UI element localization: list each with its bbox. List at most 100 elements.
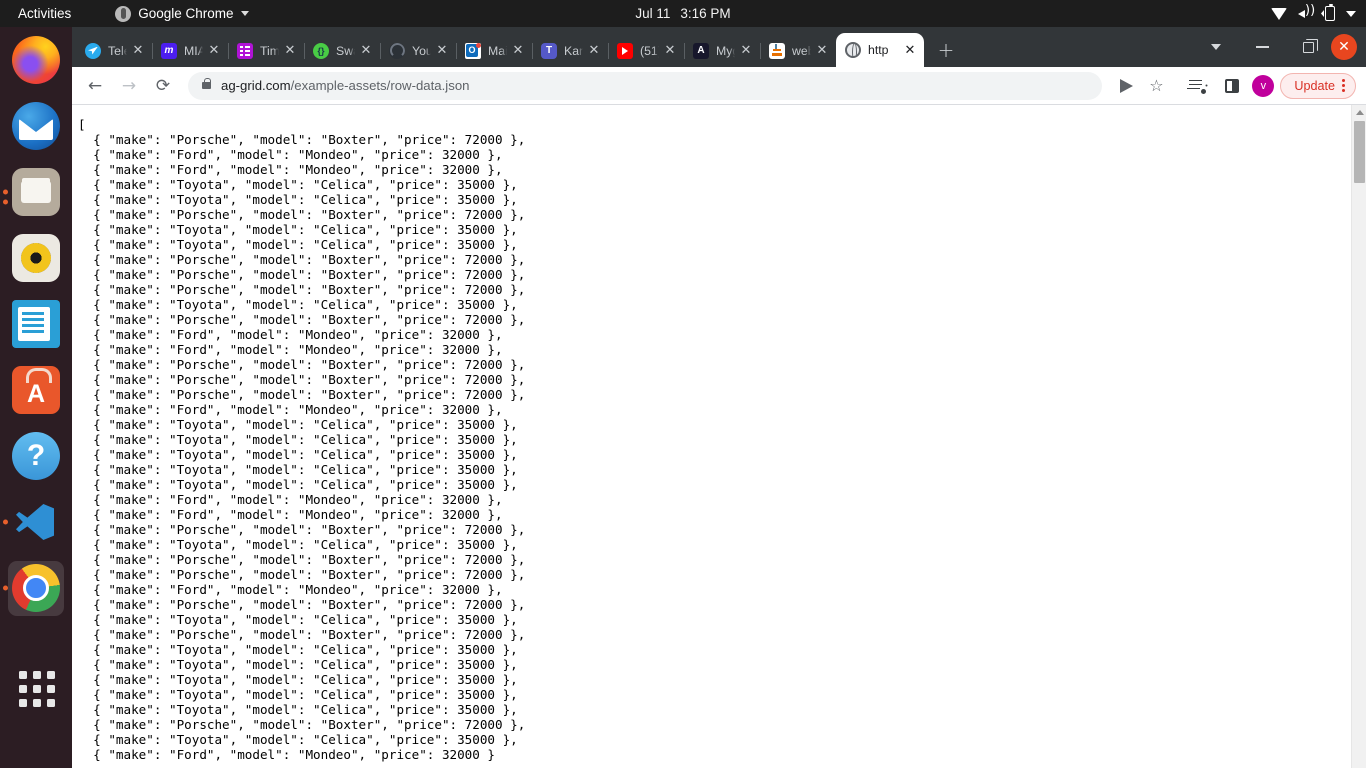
forward-button[interactable]: →	[114, 71, 144, 101]
tab-miro[interactable]: m MIAL ✕	[152, 34, 229, 67]
close-icon[interactable]: ✕	[662, 43, 678, 59]
tab-youtube[interactable]: (51) ✕	[608, 34, 685, 67]
tab-web[interactable]: web ✕	[760, 34, 837, 67]
youtube-icon	[617, 42, 633, 59]
window-controls: ✕	[1193, 27, 1366, 67]
volume-icon	[1298, 3, 1315, 21]
scroll-up-arrow-icon[interactable]	[1352, 105, 1366, 119]
dock-item-files[interactable]	[0, 159, 72, 225]
tab-swagger[interactable]: Swa ✕	[304, 34, 381, 67]
dock-item-chrome[interactable]	[0, 555, 72, 621]
maximize-button[interactable]	[1285, 27, 1331, 67]
tab-telegram[interactable]: Tele ✕	[76, 34, 153, 67]
tab-title: Tele	[108, 43, 127, 58]
update-button[interactable]: Update	[1280, 72, 1356, 99]
dock-item-firefox[interactable]	[0, 27, 72, 93]
bookmark-button[interactable]: ☆	[1142, 72, 1170, 100]
miro-icon: m	[161, 42, 177, 59]
chevron-down-icon	[240, 11, 249, 16]
angular-icon	[693, 42, 709, 59]
update-label: Update	[1294, 78, 1335, 93]
tab-title: Time	[260, 43, 279, 58]
tab-title: Kart	[564, 43, 583, 58]
media-playlist-button[interactable]	[1182, 72, 1210, 100]
tab-outlook-mail[interactable]: Mail ✕	[456, 34, 533, 67]
tab-title: web	[792, 43, 811, 58]
running-indicator	[3, 189, 8, 205]
clock-time: 3:16 PM	[680, 6, 731, 21]
help-icon: ?	[12, 432, 60, 480]
tab-active-json[interactable]: http ✕	[836, 33, 924, 67]
ubuntu-software-icon	[12, 366, 60, 414]
tab-title: Your	[412, 43, 431, 58]
tab-timesheet[interactable]: Time ✕	[228, 34, 305, 67]
libreoffice-writer-icon	[12, 300, 60, 348]
show-applications-button[interactable]	[0, 655, 72, 721]
swagger-icon	[313, 42, 329, 59]
page-scrollbar[interactable]	[1351, 105, 1366, 768]
playlist-music-icon	[1188, 79, 1206, 94]
tab-strip: Tele ✕ m MIAL ✕ Time ✕ Swa ✕ Your ✕	[72, 27, 1366, 67]
dock-item-rhythmbox[interactable]	[0, 225, 72, 291]
tab-teams[interactable]: Kart ✕	[532, 34, 609, 67]
new-tab-button[interactable]: +	[932, 36, 960, 64]
lock-icon	[202, 78, 211, 89]
dock-item-thunderbird[interactable]	[0, 93, 72, 159]
json-document-body: [ { "make": "Porsche", "model": "Boxter"…	[78, 117, 526, 762]
tab-title: MIAL	[184, 43, 203, 58]
dock-item-help[interactable]: ?	[0, 423, 72, 489]
close-icon[interactable]: ✕	[434, 43, 450, 59]
tab-title: (51)	[640, 43, 659, 58]
back-button[interactable]: ←	[80, 71, 110, 101]
active-app-menu[interactable]: Google Chrome	[115, 5, 249, 22]
avatar[interactable]: v	[1252, 74, 1275, 97]
running-indicator	[3, 519, 8, 525]
url-path: /example-assets/row-data.json	[290, 78, 470, 93]
close-icon[interactable]: ✕	[206, 43, 222, 59]
battery-icon	[1325, 4, 1335, 21]
minimize-button[interactable]	[1239, 27, 1285, 67]
more-options-icon[interactable]	[1342, 78, 1345, 93]
telegram-icon	[85, 42, 101, 59]
outlook-icon	[465, 42, 481, 59]
chrome-window: Tele ✕ m MIAL ✕ Time ✕ Swa ✕ Your ✕	[72, 27, 1366, 768]
close-icon[interactable]: ✕	[282, 43, 298, 59]
java-icon	[769, 42, 785, 59]
tab-title: Swa	[336, 43, 355, 58]
close-window-button[interactable]: ✕	[1331, 34, 1357, 60]
dock-item-vscode[interactable]	[0, 489, 72, 555]
maximize-icon	[1302, 38, 1318, 53]
chevron-down-icon	[1211, 44, 1221, 50]
close-icon[interactable]: ✕	[586, 43, 602, 59]
dock-item-libreoffice-writer[interactable]	[0, 291, 72, 357]
tab-title: Mail	[488, 43, 507, 58]
side-panel-icon	[1225, 78, 1240, 93]
clock-menu[interactable]: Jul 11 3:16 PM	[635, 6, 730, 21]
system-tray[interactable]	[1271, 3, 1356, 21]
close-icon[interactable]: ✕	[358, 43, 374, 59]
reload-button[interactable]: ⟳	[148, 71, 178, 101]
side-panel-button[interactable]	[1218, 72, 1246, 100]
tab-title: Myg	[716, 43, 735, 58]
close-icon[interactable]: ✕	[902, 42, 918, 58]
page-content: [ { "make": "Porsche", "model": "Boxter"…	[72, 105, 1366, 768]
share-icon	[1119, 78, 1133, 93]
scrollbar-thumb[interactable]	[1354, 121, 1365, 183]
activities-button[interactable]: Activities	[10, 4, 79, 23]
close-icon[interactable]: ✕	[738, 43, 754, 59]
timesheet-icon	[237, 42, 253, 59]
close-icon[interactable]: ✕	[130, 43, 146, 59]
tab-search-button[interactable]	[1193, 27, 1239, 67]
address-bar[interactable]: ag-grid.com /example-assets/row-data.jso…	[188, 71, 1103, 100]
vscode-icon	[12, 498, 60, 546]
minimize-icon	[1255, 46, 1269, 48]
share-button[interactable]	[1112, 72, 1140, 100]
rhythmbox-icon	[12, 234, 60, 282]
close-icon[interactable]: ✕	[510, 43, 526, 59]
tab-github[interactable]: Your ✕	[380, 34, 457, 67]
close-icon[interactable]: ✕	[814, 43, 830, 59]
dock-item-ubuntu-software[interactable]	[0, 357, 72, 423]
thunderbird-icon	[12, 102, 60, 150]
tab-angular[interactable]: Myg ✕	[684, 34, 761, 67]
chrome-icon	[12, 564, 60, 612]
